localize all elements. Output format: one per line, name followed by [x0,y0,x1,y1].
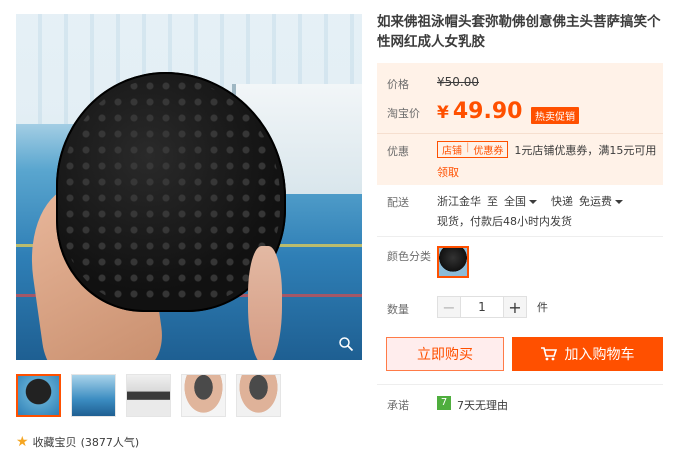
quantity-label: 数量 [387,303,409,316]
quantity-unit: 件 [537,301,548,314]
coupon-row: 店铺 | 优惠券 1元店铺优惠券，满15元可用 [437,141,656,158]
ship-from: 浙江金华 [437,195,481,208]
seven-day-return-icon: 7 [437,396,451,410]
promise-text[interactable]: 7天无理由 [457,397,508,413]
coupon-text: 1元店铺优惠券，满15元可用 [514,143,657,157]
shipping-note: 现货，付款后48小时内发货 [437,215,572,228]
favorite-count: (3877人气) [80,436,140,449]
coupon-label: 优惠 [387,145,409,158]
thumbnail-strip [16,374,281,417]
favorite-item[interactable]: ★ 收藏宝贝 (3877人气) [16,434,139,450]
quantity-decrease-button[interactable]: − [437,296,461,318]
quantity-increase-button[interactable]: + [503,296,527,318]
original-price: ¥50.00 [437,75,479,89]
add-to-cart-label: 加入购物车 [564,347,635,363]
coupon-tag-separator: | [466,142,470,153]
ship-method: 快递 [551,195,573,208]
section-divider [377,236,663,237]
zoom-icon[interactable] [338,336,354,352]
color-option-image [439,248,467,276]
thumbnail-2[interactable] [71,374,116,417]
coupon-tag-coupon: 优惠券 [473,146,504,157]
section-divider [377,384,663,385]
thumbnail-4[interactable] [181,374,226,417]
thumbnail-1[interactable] [16,374,61,417]
product-title: 如来佛祖泳帽头套弥勒佛创意佛主头菩萨搞笑个性网红成人女乳胶 [377,14,661,50]
thumbnail-5[interactable] [236,374,281,417]
chevron-down-icon [529,200,537,204]
sale-price: ¥ 49.90 [437,99,522,124]
buy-now-button[interactable]: 立即购买 [386,337,504,371]
cart-icon [540,347,557,361]
star-icon: ★ [16,434,29,450]
sale-price-value: 49.90 [452,99,523,124]
promo-badge: 热卖促销 [531,107,579,124]
ship-to-dropdown[interactable]: 全国 [504,193,537,209]
color-option[interactable] [437,246,469,278]
price-divider [377,133,663,134]
coupon-tag-shop: 店铺 [442,146,462,157]
quantity-stepper: − 1 + 件 [437,296,548,318]
coupon-tag[interactable]: 店铺 | 优惠券 [437,141,509,158]
claim-coupon-link[interactable]: 领取 [437,164,459,180]
thumbnail-3[interactable] [126,374,171,417]
main-product-image[interactable] [16,14,362,360]
ship-fee-dropdown[interactable]: 免运费 [579,193,623,209]
ship-to-word: 至 [487,195,498,208]
favorite-label: 收藏宝贝 [32,436,77,449]
image-ear [248,246,282,360]
original-price-label: 价格 [387,78,409,91]
color-label: 颜色分类 [387,250,431,263]
shipping-line: 浙江金华 至 全国 快递 免运费 [437,193,623,209]
add-to-cart-button[interactable]: 加入购物车 [512,337,663,371]
sale-price-label: 淘宝价 [387,107,420,120]
chevron-down-icon [615,200,623,204]
price-panel: 价格 ¥50.00 淘宝价 ¥ 49.90 热卖促销 优惠 店铺 | 优惠券 1… [377,63,663,185]
quantity-input[interactable]: 1 [461,296,503,318]
shipping-label: 配送 [387,196,409,209]
promise-label: 承诺 [387,399,409,412]
currency-symbol: ¥ [437,103,449,123]
